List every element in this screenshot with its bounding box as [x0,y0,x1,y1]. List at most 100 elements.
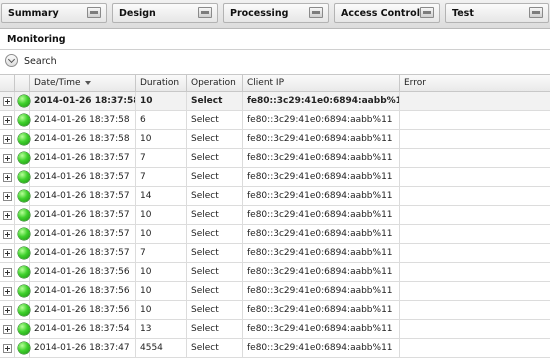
cell-error [400,92,550,110]
cell-duration: 7 [136,168,187,186]
expand-row-plus-icon[interactable] [3,97,12,106]
table-row[interactable]: 2014-01-26 18:37:57 7 Select fe80::3c29:41e… [0,149,550,168]
column-header-operation[interactable]: Operation [187,75,243,91]
search-toggle-label[interactable]: Search [24,56,57,67]
expand-row-plus-icon[interactable] [3,135,12,144]
status-ok-icon [18,304,30,316]
cell-client-ip: fe80::3c29:41e0:6894:aabb%11 [243,111,400,129]
expand-row-plus-icon[interactable] [3,249,12,258]
cell-duration: 14 [136,187,187,205]
tab-summary-minimize-icon[interactable] [87,7,101,18]
expander-cell [0,282,15,300]
cell-duration: 10 [136,130,187,148]
cell-client-ip: fe80::3c29:41e0:6894:aabb%11 [243,263,400,281]
expand-row-plus-icon[interactable] [3,116,12,125]
table-row[interactable]: 2014-01-26 18:37:47 4554 Select fe80::3c29:… [0,339,550,358]
expander-cell [0,206,15,224]
tab-processing-minimize-icon[interactable] [309,7,323,18]
cell-duration: 10 [136,206,187,224]
search-expand-chevron-icon[interactable] [5,54,18,67]
expand-row-plus-icon[interactable] [3,306,12,315]
expander-cell [0,244,15,262]
cell-client-ip: fe80::3c29:41e0:6894:aabb%11 [243,187,400,205]
column-header-error[interactable]: Error [400,75,550,91]
cell-operation: Select [187,320,243,338]
expand-row-plus-icon[interactable] [3,154,12,163]
expand-row-plus-icon[interactable] [3,211,12,220]
cell-datetime: 2014-01-26 18:37:57 [30,225,136,243]
cell-error [400,149,550,167]
table-row[interactable]: 2014-01-26 18:37:56 10 Select fe80::3c29:41… [0,282,550,301]
expand-row-plus-icon[interactable] [3,344,12,353]
column-header-client-ip[interactable]: Client IP [243,75,400,91]
cell-operation: Select [187,130,243,148]
cell-error [400,130,550,148]
cell-duration: 6 [136,111,187,129]
tab-processing-label: Processing [230,8,289,19]
cell-operation: Select [187,339,243,357]
expand-row-plus-icon[interactable] [3,173,12,182]
tab-summary-label: Summary [8,8,59,19]
expand-row-plus-icon[interactable] [3,325,12,334]
table-row[interactable]: 2014-01-26 18:37:57 10 Select fe80::3c29:41… [0,206,550,225]
table-row[interactable]: 2014-01-26 18:37:56 10 Select fe80::3c29:41… [0,301,550,320]
cell-error [400,339,550,357]
status-ok-icon [18,133,30,145]
cell-datetime: 2014-01-26 18:37:58 [30,111,136,129]
table-row[interactable]: 2014-01-26 18:37:58 10 Select fe80::3c29:41… [0,130,550,149]
status-ok-icon [18,323,30,335]
cell-error [400,244,550,262]
cell-error [400,111,550,129]
tab-test[interactable]: Test [445,3,549,23]
expander-cell [0,130,15,148]
expand-row-plus-icon[interactable] [3,192,12,201]
cell-client-ip: fe80::3c29:41e0:6894:aabb%11 [243,149,400,167]
table-row[interactable]: 2014-01-26 18:37:54 13 Select fe80::3c29:41… [0,320,550,339]
expand-row-plus-icon[interactable] [3,230,12,239]
expander-cell [0,111,15,129]
tab-design-minimize-icon[interactable] [198,7,212,18]
page-title: Monitoring [7,34,66,45]
status-ok-icon [18,114,30,126]
cell-error [400,168,550,186]
cell-operation: Select [187,263,243,281]
table-row[interactable]: 2014-01-26 18:37:58 10 Select fe80::3c29:41… [0,92,550,111]
cell-client-ip: fe80::3c29:41e0:6894:aabb%11 [243,130,400,148]
cell-datetime: 2014-01-26 18:37:57 [30,244,136,262]
expand-row-plus-icon[interactable] [3,287,12,296]
cell-operation: Select [187,92,243,110]
cell-operation: Select [187,149,243,167]
tab-access-control[interactable]: Access Control [334,3,440,23]
cell-datetime: 2014-01-26 18:37:54 [30,320,136,338]
cell-client-ip: fe80::3c29:41e0:6894:aabb%11 [243,339,400,357]
tab-test-minimize-icon[interactable] [529,7,543,18]
cell-duration: 13 [136,320,187,338]
tab-access-control-minimize-icon[interactable] [420,7,434,18]
tab-design[interactable]: Design [112,3,218,23]
tab-summary[interactable]: Summary [1,3,107,23]
tab-test-label: Test [452,8,474,19]
table-row[interactable]: 2014-01-26 18:37:57 10 Select fe80::3c29:41… [0,225,550,244]
status-ok-icon [18,152,30,164]
expander-cell [0,92,15,110]
status-ok-icon [18,342,30,354]
table-row[interactable]: 2014-01-26 18:37:57 14 Select fe80::3c29:41… [0,187,550,206]
cell-duration: 7 [136,149,187,167]
expand-row-plus-icon[interactable] [3,268,12,277]
cell-client-ip: fe80::3c29:41e0:6894:aabb%11 [243,244,400,262]
header-status [15,75,30,91]
cell-client-ip: fe80::3c29:41e0:6894:aabb%11 [243,301,400,319]
cell-client-ip: fe80::3c29:41e0:6894:aabb%11 [243,320,400,338]
cell-error [400,320,550,338]
column-header-datetime[interactable]: Date/Time [30,75,136,91]
table-row[interactable]: 2014-01-26 18:37:57 7 Select fe80::3c29:41e… [0,244,550,263]
cell-operation: Select [187,301,243,319]
table-row[interactable]: 2014-01-26 18:37:57 7 Select fe80::3c29:41e… [0,168,550,187]
table-row[interactable]: 2014-01-26 18:37:58 6 Select fe80::3c29:41e… [0,111,550,130]
cell-error [400,187,550,205]
table-row[interactable]: 2014-01-26 18:37:56 10 Select fe80::3c29:41… [0,263,550,282]
tab-processing[interactable]: Processing [223,3,329,23]
column-header-duration[interactable]: Duration [136,75,187,91]
expander-cell [0,168,15,186]
cell-datetime: 2014-01-26 18:37:56 [30,282,136,300]
